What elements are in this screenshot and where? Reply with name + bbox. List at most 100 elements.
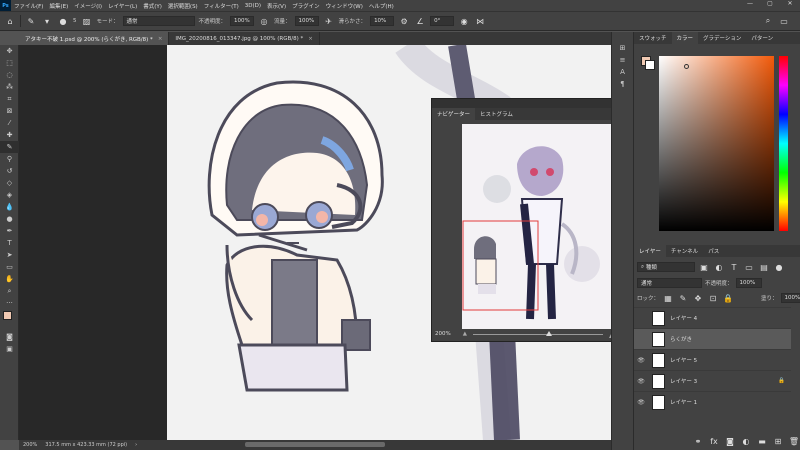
tab-patterns[interactable]: パターン — [746, 32, 778, 44]
hand-tool-icon[interactable]: ✋ — [0, 273, 19, 285]
link-icon[interactable]: ⚭ — [692, 437, 704, 446]
pressure-size-icon[interactable]: ◉ — [458, 17, 470, 26]
properties-panel-icon[interactable]: ≡ — [612, 54, 633, 66]
crop-tool-icon[interactable]: ⌗ — [0, 93, 19, 105]
menu-file[interactable]: ファイル(F) — [11, 2, 46, 10]
chevron-right-icon[interactable]: › — [135, 442, 137, 448]
close-window-button[interactable]: ✕ — [780, 0, 800, 7]
eyedropper-icon[interactable]: ⁄ — [0, 117, 19, 129]
tab-color[interactable]: カラー — [671, 32, 699, 44]
menu-plugins[interactable]: プラグイン — [289, 2, 323, 10]
visibility-toggle[interactable]: 👁 — [634, 378, 648, 385]
maximize-button[interactable]: ▢ — [760, 0, 780, 7]
healing-brush-icon[interactable]: ✚ — [0, 129, 19, 141]
mode-select[interactable]: 通常 — [122, 16, 195, 26]
rectangle-tool-icon[interactable]: ▭ — [0, 261, 19, 273]
adjustment-icon[interactable]: ◐ — [740, 437, 752, 446]
document-info[interactable]: 317.5 mm x 423.33 mm (72 ppi) — [45, 442, 127, 448]
move-tool-icon[interactable]: ✥ — [0, 45, 19, 57]
layer-row[interactable]: 👁 レイヤー 3 🔒 — [634, 370, 791, 391]
layer-row[interactable]: らくがき — [634, 328, 791, 349]
blur-tool-icon[interactable]: 💧 — [0, 201, 19, 213]
zoom-tool-icon[interactable]: ⌕ — [0, 285, 19, 297]
screen-mode-icon[interactable]: ▣ — [0, 343, 19, 355]
angle-field[interactable]: 0° — [430, 16, 455, 26]
home-icon[interactable]: ⌂ — [4, 17, 16, 26]
menu-help[interactable]: ヘルプ(H) — [366, 2, 397, 10]
menu-select[interactable]: 選択範囲(S) — [165, 2, 201, 10]
fill-field[interactable]: 100% — [780, 293, 800, 303]
filter-toggle-icon[interactable]: ● — [773, 263, 785, 272]
layer-row[interactable]: レイヤー 4 — [634, 307, 791, 328]
trash-icon[interactable]: 🗑 — [788, 437, 800, 446]
layer-name[interactable]: レイヤー 4 — [670, 314, 697, 322]
layer-kind-filter[interactable]: ⌕ 種類 — [637, 262, 695, 272]
type-filter-icon[interactable]: T — [728, 263, 740, 272]
workspace-icon[interactable]: ▭ — [778, 17, 790, 26]
smartobject-filter-icon[interactable]: ▤ — [758, 263, 770, 272]
brush-preset-icon[interactable]: ● — [57, 17, 69, 26]
menu-type[interactable]: 書式(Y) — [140, 2, 165, 10]
blend-mode-select[interactable]: 通常 — [637, 278, 702, 288]
layer-row[interactable]: 👁 レイヤー 5 — [634, 349, 791, 370]
folder-icon[interactable]: ▬ — [756, 437, 768, 446]
color-swatches[interactable] — [0, 309, 18, 331]
hue-slider[interactable] — [779, 56, 788, 231]
menu-view[interactable]: 表示(V) — [264, 2, 289, 10]
brush-tool-icon[interactable]: ✎ — [25, 17, 37, 26]
path-select-icon[interactable]: ➤ — [0, 249, 19, 261]
tab-gradients[interactable]: グラデーション — [698, 32, 746, 44]
tab-paths[interactable]: パス — [703, 245, 724, 257]
character-panel-icon[interactable]: A — [612, 66, 633, 78]
layer-name[interactable]: レイヤー 5 — [670, 356, 697, 364]
opacity-field[interactable]: 100% — [230, 16, 255, 26]
lock-pixels-icon[interactable]: ✎ — [677, 294, 689, 303]
fx-icon[interactable]: fx — [708, 437, 720, 446]
quick-mask-icon[interactable]: ◙ — [0, 331, 19, 343]
tab-layers[interactable]: レイヤー — [634, 245, 666, 257]
clone-stamp-icon[interactable]: ⚲ — [0, 153, 19, 165]
chevron-down-icon[interactable]: ▾ — [41, 17, 53, 26]
layer-opacity-field[interactable]: 100% — [735, 278, 762, 288]
tab-swatches[interactable]: スウォッチ — [634, 32, 672, 44]
shape-filter-icon[interactable]: ▭ — [743, 263, 755, 272]
menu-edit[interactable]: 編集(E) — [46, 2, 71, 10]
pen-tool-icon[interactable]: ✒ — [0, 225, 19, 237]
lock-position-icon[interactable]: ✥ — [692, 294, 704, 303]
type-tool-icon[interactable]: T — [0, 237, 19, 249]
paint-bucket-icon[interactable]: ◈ — [0, 189, 19, 201]
adjustment-filter-icon[interactable]: ◐ — [713, 263, 725, 272]
more-tools-icon[interactable]: ··· — [0, 297, 19, 309]
marquee-tool-icon[interactable]: ⬚ — [0, 57, 19, 69]
zoom-slider-thumb[interactable] — [545, 330, 552, 336]
menu-image[interactable]: イメージ(I) — [71, 2, 105, 10]
symmetry-icon[interactable]: ⋈ — [474, 17, 486, 26]
pressure-opacity-icon[interactable]: ◎ — [258, 17, 270, 26]
zoom-level[interactable]: 200% — [23, 442, 37, 448]
magic-wand-icon[interactable]: ⁂ — [0, 81, 19, 93]
background-color-chip[interactable] — [645, 60, 655, 70]
pixel-filter-icon[interactable]: ▣ — [698, 263, 710, 272]
lock-transparency-icon[interactable]: ▦ — [662, 294, 674, 303]
layer-name[interactable]: レイヤー 3 — [670, 377, 697, 385]
history-panel-icon[interactable]: ⊞ — [612, 42, 633, 54]
menu-window[interactable]: ウィンドウ(W) — [323, 2, 366, 10]
frame-tool-icon[interactable]: ⊠ — [0, 105, 19, 117]
color-field[interactable] — [659, 56, 774, 231]
foreground-color-swatch[interactable] — [3, 311, 12, 320]
layer-name[interactable]: らくがき — [670, 335, 692, 343]
search-icon[interactable]: ⌕ — [762, 16, 774, 26]
eraser-icon[interactable]: ◇ — [0, 177, 19, 189]
layer-name[interactable]: レイヤー 1 — [670, 398, 697, 406]
menu-filter[interactable]: フィルター(T) — [201, 2, 242, 10]
menu-3d[interactable]: 3D(D) — [242, 3, 264, 9]
color-picker-cursor[interactable] — [684, 64, 689, 69]
flow-field[interactable]: 100% — [294, 16, 319, 26]
smoothing-field[interactable]: 10% — [370, 16, 395, 26]
tab-document-2[interactable]: IMG_20200816_013347.jpg @ 100% (RGB/8) *… — [169, 32, 320, 45]
zoom-slider[interactable] — [472, 330, 603, 336]
tab-document-1[interactable]: アタキー不破 1.psd @ 200% (らくがき, RGB/8) * × — [19, 32, 170, 45]
minimize-button[interactable]: — — [740, 0, 760, 7]
tab-channels[interactable]: チャンネル — [666, 245, 703, 257]
horizontal-scrollbar[interactable] — [245, 442, 385, 447]
